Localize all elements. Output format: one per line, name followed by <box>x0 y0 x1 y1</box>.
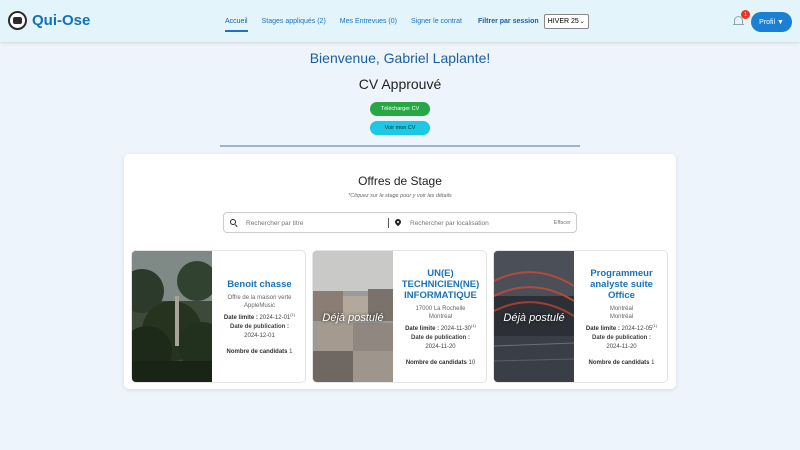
offer-image <box>132 251 212 382</box>
offer-candidates: Nombre de candidats 10 <box>405 359 476 366</box>
offer-image: Déjà postulé <box>313 251 393 382</box>
offer-card[interactable]: Déjà postulé UN(E) TECHNICIEN(NE) INFORM… <box>312 250 487 383</box>
offer-location: AppleMusic <box>243 302 275 309</box>
cv-status: CV Approuvé <box>358 76 442 92</box>
offer-candidates: Nombre de candidats 1 <box>588 359 655 366</box>
divider <box>220 145 580 147</box>
offer-deadline: Date limite : 2024-12-05(1) <box>585 322 658 332</box>
offer-card-body: Benoit chasse Offre de la maison verte A… <box>212 251 305 382</box>
offer-company: Montréal <box>609 305 634 312</box>
search-bar: Rechercher par titre Rechercher par loca… <box>223 212 577 233</box>
nav-link-stages-appliques[interactable]: Stages appliqués (2) <box>262 0 326 42</box>
offer-published-label: Date de publication : <box>229 323 289 330</box>
offer-card[interactable]: Benoit chasse Offre de la maison verte A… <box>131 250 306 383</box>
offer-card[interactable]: Déjà postulé Programmeur analyste suite … <box>493 250 668 383</box>
welcome-heading: Bienvenue, Gabriel Laplante! <box>309 50 491 66</box>
nav-link-mes-entrevues[interactable]: Mes Entrevues (0) <box>340 0 397 42</box>
brand-name: Qui-Ose <box>32 12 91 29</box>
offer-title: Benoit chasse <box>227 278 292 290</box>
offer-company: Offre de la maison verte <box>227 294 292 301</box>
view-cv-button[interactable]: Voir mon CV <box>370 121 430 135</box>
offer-deadline: Date limite : 2024-12-01(1) <box>223 311 296 321</box>
title-search-input[interactable]: Rechercher par titre <box>246 220 303 227</box>
offer-candidates: Nombre de candidats 1 <box>226 348 293 355</box>
session-select-value: HIVER 25 <box>547 17 579 25</box>
brand[interactable]: Qui-Ose <box>8 11 90 30</box>
offer-title: UN(E) TECHNICIEN(NE) INFORMATIQUE <box>401 267 480 301</box>
session-select[interactable]: HIVER 25 ⌄ <box>543 13 589 29</box>
nav-links: Accueil Stages appliqués (2) Mes Entrevu… <box>225 0 589 42</box>
chevron-down-icon: ⌄ <box>579 18 585 25</box>
offer-published-date: 2024-12-01 <box>244 332 275 339</box>
session-filter-label: Filtrer par session <box>477 17 539 25</box>
profile-button[interactable]: Profil ▼ <box>751 12 792 32</box>
offer-location: Montréal <box>609 313 634 320</box>
location-pin-icon <box>393 217 403 227</box>
nav-link-signer-contrat[interactable]: Signer le contrat <box>411 0 462 42</box>
offers-title: Offres de Stage <box>358 174 442 188</box>
clear-search-button[interactable]: Effacer <box>554 220 571 226</box>
search-separator <box>388 218 389 228</box>
navbar: Qui-Ose Accueil Stages appliqués (2) Mes… <box>0 0 800 42</box>
search-icon <box>230 219 238 228</box>
location-search-input[interactable]: Rechercher par localisation <box>410 220 489 227</box>
offer-published-label: Date de publication : <box>410 334 470 341</box>
offer-published-label: Date de publication : <box>591 334 651 341</box>
offer-title: Programmeur analyste suite Office <box>590 267 653 301</box>
applied-overlay: Déjà postulé <box>322 311 384 324</box>
offers-subtitle: *Cliquez sur le stage pour y voir les dé… <box>348 193 452 199</box>
notification-badge: 1 <box>741 10 750 19</box>
offer-deadline: Date limite : 2024-11-30(1) <box>405 322 476 332</box>
nav-link-accueil[interactable]: Accueil <box>225 0 248 42</box>
offer-published-date: 2024-11-20 <box>425 343 456 350</box>
offer-company: 17000 La Rochelle <box>415 305 466 312</box>
logo-icon <box>8 11 27 30</box>
offer-published-date: 2024-11-20 <box>606 343 637 350</box>
offer-card-body: UN(E) TECHNICIEN(NE) INFORMATIQUE 17000 … <box>393 251 486 382</box>
offers-panel: Offres de Stage *Cliquez sur le stage po… <box>124 154 676 389</box>
offer-card-body: Programmeur analyste suite Office Montré… <box>574 251 667 382</box>
applied-overlay: Déjà postulé <box>503 311 565 324</box>
offer-location: Montréal <box>428 313 453 320</box>
offer-image: Déjà postulé <box>494 251 574 382</box>
download-cv-button[interactable]: Télécharger CV <box>370 102 430 116</box>
